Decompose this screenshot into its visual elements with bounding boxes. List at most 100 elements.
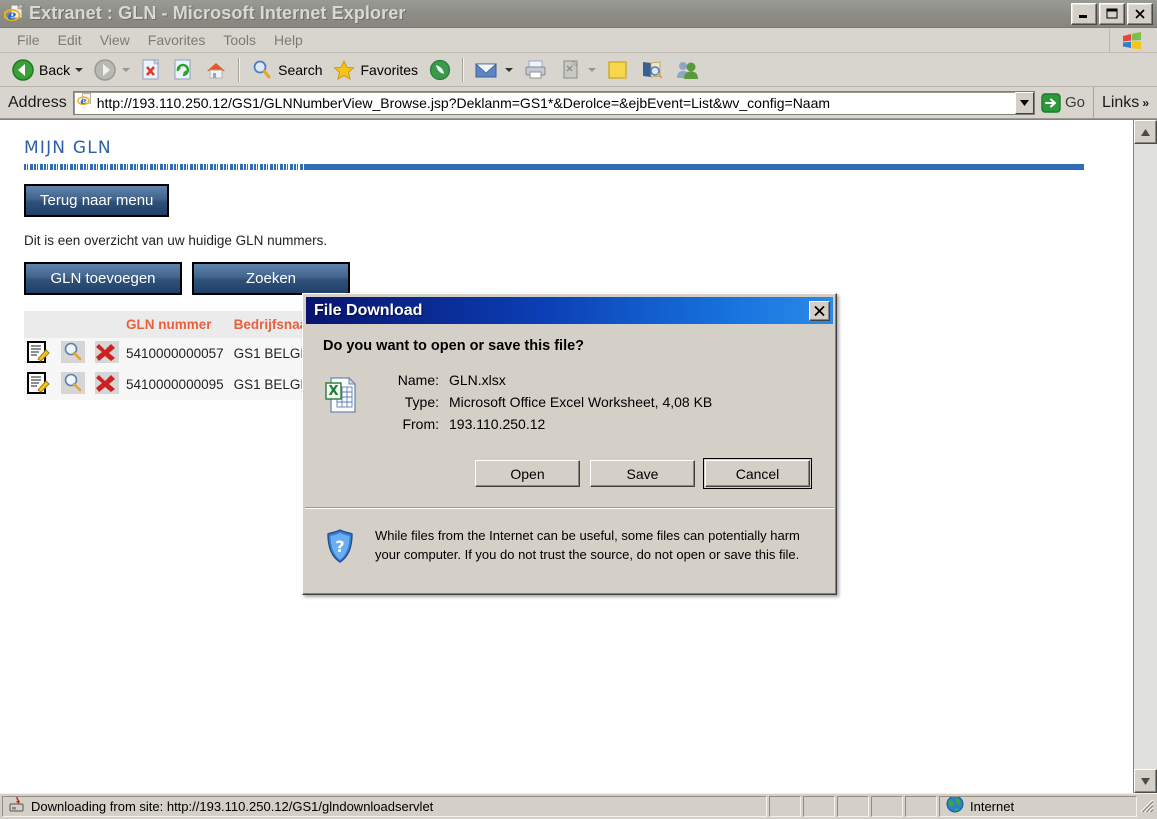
field-value-from: 193.110.250.12 [449,416,546,432]
menu-item-tools[interactable]: Tools [214,30,265,50]
menu-item-file[interactable]: File [8,30,49,50]
printer-icon [525,60,546,78]
scroll-up-button[interactable] [1134,120,1157,144]
dialog-titlebar: File Download [306,297,833,324]
mail-icon [475,63,498,77]
menu-item-view[interactable]: View [91,30,139,50]
scroll-down-button[interactable] [1134,769,1157,793]
refresh-button[interactable] [167,55,199,85]
view-row-icon[interactable] [60,371,86,395]
address-bar: Address e http://193.110.250.12/GS1/GLNN… [0,87,1157,119]
page-favicon-icon: e [76,92,93,113]
view-row-icon[interactable] [60,340,86,364]
cell-gln-number: 5410000000057 [126,346,224,361]
mail-button[interactable] [469,55,518,85]
mail-dropdown-arrow-icon[interactable] [505,67,514,72]
edit-row-icon[interactable] [26,371,52,395]
media-button[interactable] [423,55,457,85]
cell-gln-number: 5410000000095 [126,377,224,392]
field-label-from: From: [402,416,439,432]
back-button[interactable]: Back [6,55,88,85]
delete-row-icon[interactable] [94,340,120,364]
edit-dropdown-arrow-icon[interactable] [588,67,597,72]
status-message: Downloading from site: http://193.110.25… [31,799,434,814]
dialog-field-from: From: 193.110.250.12 [379,416,818,432]
search-button[interactable]: Search [245,55,327,85]
minimize-button[interactable] [1071,2,1097,25]
window-title: Extranet : GLN - Microsoft Internet Expl… [29,3,406,23]
messenger-people-icon [677,61,699,79]
research-button[interactable] [635,55,669,85]
gln-table: GLN nummer Bedrijfsnaam 5410000000057 GS… [24,311,341,400]
page-canvas: MIJN GLN Terug naar menu Dit is een over… [0,120,1133,793]
back-to-menu-button[interactable]: Terug naar menu [24,184,170,217]
home-button[interactable] [199,55,233,85]
menu-item-help[interactable]: Help [265,30,312,50]
forward-button[interactable] [88,55,135,85]
dialog-warning-text: While files from the Internet can be use… [375,528,800,562]
menu-item-edit[interactable]: Edit [49,30,91,50]
forward-dropdown-arrow-icon[interactable] [122,67,131,72]
dialog-question: Do you want to open or save this file? [323,338,585,354]
notepad-icon [608,60,627,79]
action-buttons-row: GLN toevoegen Zoeken [24,262,1133,295]
svg-text:e: e [80,96,86,107]
star-icon [333,59,356,80]
dialog-body: Do you want to open or save this file? X… [303,324,836,438]
address-input[interactable]: e http://193.110.250.12/GS1/GLNNumberVie… [72,90,1035,115]
open-button[interactable]: Open [475,460,580,487]
resize-grip[interactable] [1137,796,1155,817]
forward-arrow-icon [94,58,116,81]
close-button[interactable] [1127,2,1153,25]
edit-cell [24,338,58,369]
back-label: Back [39,61,71,78]
window-controls [1071,2,1155,25]
field-label-type: Type: [404,394,439,410]
go-button[interactable]: Go [1035,92,1093,113]
status-panel-4 [871,796,903,817]
view-cell [58,338,92,369]
address-dropdown-button[interactable] [1014,91,1034,114]
links-chevron-icon[interactable]: » [1142,96,1149,110]
status-panel-5 [905,796,937,817]
header-spacer-delete [92,311,126,338]
status-message-panel: Downloading from site: http://193.110.25… [2,796,767,817]
messenger-button[interactable] [669,55,705,85]
links-label: Links [1101,93,1140,111]
links-bar[interactable]: Links » [1092,87,1157,118]
add-gln-button[interactable]: GLN toevoegen [24,262,182,295]
vertical-scrollbar[interactable] [1133,120,1157,793]
delete-row-icon[interactable] [94,371,120,395]
cancel-button[interactable]: Cancel [703,458,812,489]
edit-button[interactable] [554,55,601,85]
notes-button[interactable] [601,55,635,85]
search-label: Search [278,61,323,78]
browser-toolbar: Back Search Favorites [0,53,1157,87]
edit-cell [24,369,58,400]
back-dropdown-arrow-icon[interactable] [75,67,84,72]
security-zone-panel[interactable]: Internet [939,796,1137,817]
status-panel-1 [769,796,801,817]
address-url-text: http://193.110.250.12/GS1/GLNNumberView_… [96,94,831,111]
status-panel-3 [837,796,869,817]
save-button[interactable]: Save [590,460,695,487]
menu-item-favorites[interactable]: Favorites [139,30,215,50]
internet-explorer-icon: e [3,3,24,24]
help-shield-icon: ? [325,527,359,568]
field-value-name: GLN.xlsx [449,372,506,388]
toolbar-separator-2 [462,57,465,82]
dialog-close-button[interactable] [809,300,830,321]
search-gln-button[interactable]: Zoeken [192,262,350,295]
scrollbar-track[interactable] [1134,144,1157,769]
stop-button[interactable] [135,55,167,85]
maximize-button[interactable] [1099,2,1125,25]
header-spacer-edit [24,311,58,338]
edit-row-icon[interactable] [26,340,52,364]
table-row: 5410000000057 GS1 BELGILUX [24,338,341,369]
search-icon [253,60,271,78]
print-button[interactable] [518,55,554,85]
excel-file-icon: X [323,372,379,438]
header-spacer-view [58,311,92,338]
favorites-button[interactable]: Favorites [327,55,423,85]
dialog-field-list: Name: GLN.xlsx Type: Microsoft Office Ex… [379,372,818,438]
